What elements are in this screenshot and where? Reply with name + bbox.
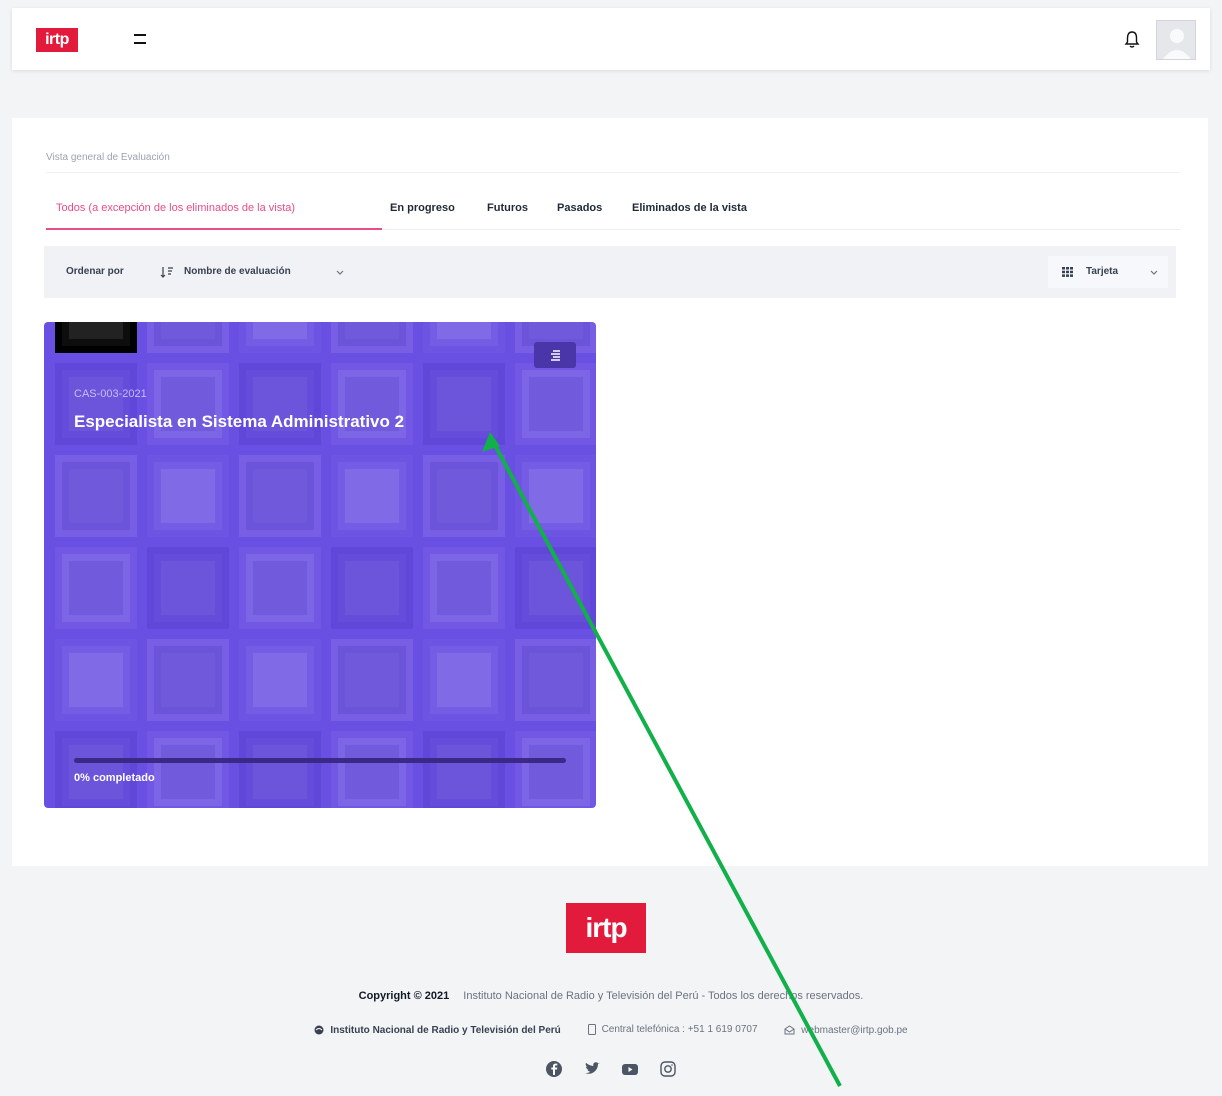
page-title: Vista general de Evaluación [46,152,170,163]
menu-toggle-button[interactable] [134,34,146,44]
avatar[interactable] [1156,20,1196,60]
hamburger-line [134,42,146,44]
active-tab-indicator [46,228,382,230]
card-menu-button[interactable] [534,342,576,368]
view-mode-value: Tarjeta [1086,266,1119,277]
footer-logo[interactable]: irtp [566,903,646,953]
chevron-down-icon [1150,270,1158,275]
instagram-icon[interactable] [659,1060,677,1078]
grid-icon [1062,267,1073,277]
user-silhouette-icon [1163,29,1191,59]
card-title[interactable]: Especialista en Sistema Administrativo 2 [74,412,404,432]
course-card[interactable]: CAS-003-2021 Especialista en Sistema Adm… [44,322,596,808]
tab-all[interactable]: Todos (a excepción de los eliminados de … [56,202,295,214]
hamburger-line [134,34,146,36]
card-code: CAS-003-2021 [74,388,147,400]
sort-label: Ordenar por [66,266,124,277]
contact-info: Instituto Nacional de Radio y Televisión… [0,1024,1222,1038]
email-item[interactable]: webmaster@irtp.gob.pe [784,1024,908,1036]
tab-future[interactable]: Futuros [487,202,528,214]
copyright-text: Instituto Nacional de Radio y Televisión… [463,990,864,1002]
phone-text: Central telefónica : +51 1 619 0707 [601,1024,758,1035]
copyright-label: Copyright © 2021 [358,990,450,1002]
email-text: webmaster@irtp.gob.pe [801,1024,908,1036]
mail-icon [784,1025,795,1035]
main-panel: Vista general de Evaluación Todos (a exc… [12,118,1208,866]
twitter-icon[interactable] [583,1060,601,1078]
bell-icon[interactable] [1123,30,1141,50]
card-toolbar: Ordenar por Nombre de evaluación Tarjeta [44,246,1176,298]
menu-lines-icon [551,350,560,361]
social-links [0,1060,1222,1078]
divider [46,172,1180,173]
tab-past[interactable]: Pasados [557,202,602,214]
sort-dropdown[interactable]: Nombre de evaluación [150,258,354,286]
progress-bar [74,758,566,763]
org-link[interactable]: Instituto Nacional de Radio y Televisión… [314,1024,561,1036]
chevron-down-icon [336,270,344,275]
sort-icon [160,267,173,278]
youtube-icon[interactable] [621,1060,639,1078]
view-mode-dropdown[interactable]: Tarjeta [1048,256,1168,288]
facebook-icon[interactable] [545,1060,563,1078]
tab-bar: Todos (a excepción de los eliminados de … [46,190,1180,230]
tab-in-progress[interactable]: En progreso [390,202,455,214]
irtp-logo[interactable]: irtp [36,28,78,52]
globe-icon [314,1025,324,1035]
phone-icon [587,1024,596,1035]
phone-item: Central telefónica : +51 1 619 0707 [587,1024,758,1035]
sort-value: Nombre de evaluación [184,266,291,277]
org-name: Instituto Nacional de Radio y Televisión… [330,1024,561,1036]
progress-text: 0% completado [74,772,155,784]
copyright: Copyright © 2021 Instituto Nacional de Ra… [0,990,1222,1002]
tab-removed[interactable]: Eliminados de la vista [632,202,747,214]
top-navbar: irtp [12,8,1210,70]
